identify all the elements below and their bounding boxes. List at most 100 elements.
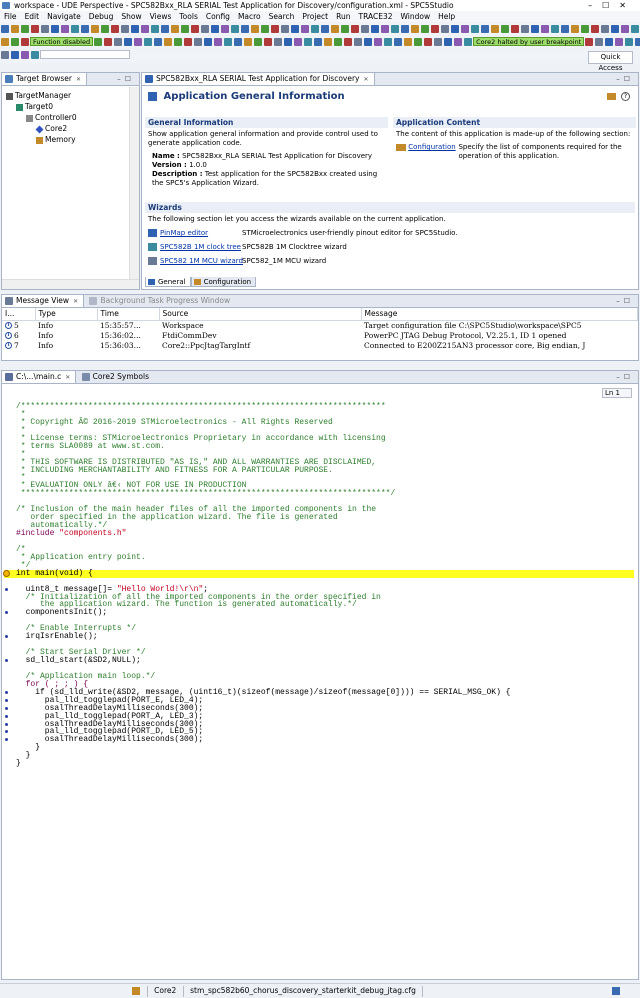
toolbar-icon[interactable] [541,25,549,33]
close-icon[interactable]: ✕ [73,298,78,305]
breakpoint-marker[interactable] [5,587,8,591]
toolbar-icon[interactable] [381,25,389,33]
toolbar-icon[interactable] [184,38,193,46]
toolbar-icon[interactable] [81,25,89,33]
toolbar-icon[interactable] [1,38,9,46]
breakpoint-marker[interactable] [5,690,8,694]
toolbar-icon[interactable] [601,25,609,33]
toolbar-icon[interactable] [171,25,179,33]
tab-background-task[interactable]: Background Task Progress Window [86,295,235,307]
toolbar-icon[interactable] [154,38,163,46]
close-icon[interactable]: ✕ [364,76,369,83]
toolbar-icon[interactable] [121,25,129,33]
toolbar-icon[interactable] [374,38,383,46]
toolbar-icon[interactable] [21,38,29,46]
toolbar-icon[interactable] [284,38,293,46]
tab-message-view[interactable]: Message View ✕ [2,295,85,307]
menu-edit[interactable]: Edit [21,11,44,22]
toolbar-icon[interactable] [304,38,313,46]
table-row[interactable]: i 7 Info 15:36:03... Core2::PpcJtagTargIntf C… [2,341,638,351]
toolbar-icon[interactable] [251,25,259,33]
toolbar-icon[interactable] [611,25,619,33]
toolbar-icon[interactable] [464,38,473,46]
table-row[interactable]: i 6 Info 15:36:02... FtdiCommDev PowerPC JTAG… [2,331,638,341]
toolbar-icon[interactable] [444,38,453,46]
toolbar-icon[interactable] [51,25,59,33]
toolbar-icon[interactable] [11,38,19,46]
tree-item[interactable]: Memory [6,134,139,145]
toolbar-icon[interactable] [241,25,249,33]
toolbar-icon[interactable] [364,38,373,46]
toolbar-icon[interactable] [531,25,539,33]
tab-general[interactable]: General [145,277,191,287]
toolbar-icon[interactable] [501,25,509,33]
menu-file[interactable]: File [0,11,21,22]
toolbar-icon[interactable] [615,38,624,46]
toolbar-icon[interactable] [331,25,339,33]
menu-macro[interactable]: Macro [234,11,265,22]
toolbar-icon[interactable] [181,25,189,33]
toolbar-icon[interactable] [391,25,399,33]
toolbar-icon[interactable] [471,25,479,33]
wizard-link[interactable]: SPC582 1M MCU wizard [160,254,243,268]
table-row[interactable]: i 5 Info 15:35:57... Workspace Target configu… [2,320,638,331]
tree-item[interactable]: Core2 [6,123,139,134]
menu-run[interactable]: Run [332,11,354,22]
help-icon[interactable]: ? [621,92,630,101]
target-selector-combo[interactable] [40,50,130,59]
view-controls[interactable]: –☐ [616,295,634,307]
toolbar-icon[interactable] [635,38,640,46]
toolbar-icon[interactable] [411,25,419,33]
toolbar-icon[interactable] [211,25,219,33]
toolbar-icon[interactable] [595,38,604,46]
col-message[interactable]: Message [361,308,638,321]
view-controls[interactable]: –☐ [117,73,135,85]
toolbar-icon[interactable] [311,25,319,33]
toolbar-icon[interactable] [491,25,499,33]
toolbar-icon[interactable] [91,25,99,33]
toolbar-icon[interactable] [454,38,463,46]
breakpoint-marker[interactable] [5,635,8,639]
toolbar-icon[interactable] [571,25,579,33]
toolbar-icon[interactable] [144,38,153,46]
toolbar-icon[interactable] [341,25,349,33]
quick-access-field[interactable]: Quick Access [588,51,633,72]
breakpoint-marker[interactable] [5,706,8,710]
toolbar-icon[interactable] [581,25,589,33]
toolbar-icon[interactable] [521,25,529,33]
toolbar-icon[interactable] [141,25,149,33]
toolbar-icon[interactable] [191,25,199,33]
toolbar-icon[interactable] [224,38,233,46]
toolbar-icon[interactable] [451,25,459,33]
toolbar-icon[interactable] [631,25,639,33]
toolbar-icon[interactable] [151,25,159,33]
toolbar-icon[interactable] [234,38,243,46]
breakpoint-marker[interactable] [5,714,8,718]
toolbar-icon[interactable] [461,25,469,33]
menu-config[interactable]: Config [202,11,234,22]
menu-help[interactable]: Help [434,11,459,22]
toolbar-icon[interactable] [354,38,363,46]
tab-application-config[interactable]: SPC582Bxx_RLA SERIAL Test Application fo… [142,73,375,85]
toolbar-icon[interactable] [214,38,223,46]
tab-core2-symbols[interactable]: Core2 Symbols [79,371,154,383]
toolbar-icon[interactable] [291,25,299,33]
tab-target-browser[interactable]: Target Browser ✕ [2,73,88,85]
toolbar-icon[interactable] [254,38,263,46]
toolbar-icon[interactable] [21,25,29,33]
toolbar-icon[interactable] [344,38,353,46]
breakpoint-marker[interactable] [5,730,8,734]
menu-search[interactable]: Search [265,11,299,22]
toolbar-icon[interactable] [134,38,143,46]
menu-show[interactable]: Show [117,11,145,22]
toolbar-icon[interactable] [114,38,123,46]
breakpoint-marker[interactable] [5,659,8,662]
tree-vertical-scrollbar[interactable] [129,87,139,279]
toolbar-icon[interactable] [421,25,429,33]
toolbar-icon[interactable] [314,38,323,46]
menu-navigate[interactable]: Navigate [43,11,85,22]
toolbar-icon[interactable] [394,38,403,46]
toolbar-icon[interactable] [71,25,79,33]
col-source[interactable]: Source [159,308,362,321]
toolbar-icon[interactable] [161,25,169,33]
